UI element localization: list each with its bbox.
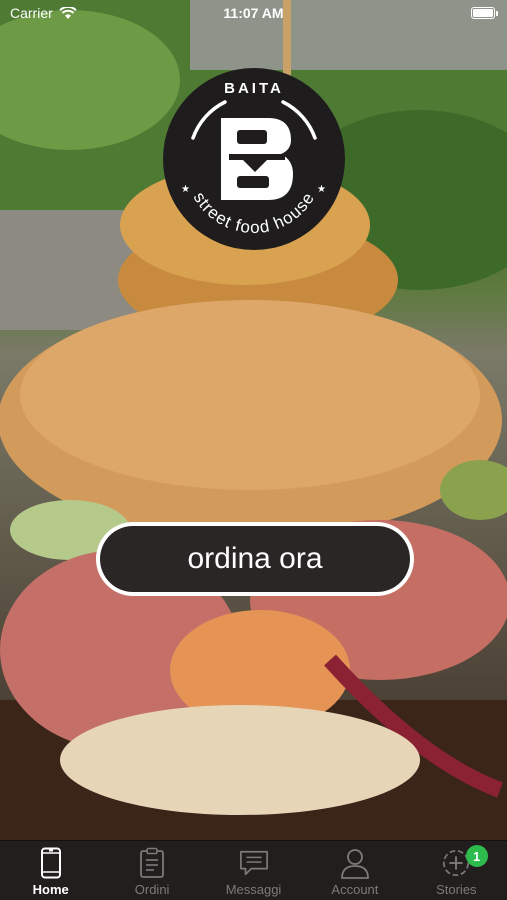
tab-stories-label: Stories <box>436 882 477 897</box>
status-time: 11:07 AM <box>223 5 284 21</box>
tab-messaggi[interactable]: Messaggi <box>203 841 304 900</box>
clipboard-icon <box>137 847 167 879</box>
tab-home-label: Home <box>32 882 69 897</box>
chat-icon <box>239 847 269 879</box>
logo-top-text: BAITA <box>224 80 284 97</box>
order-now-label: ordina ora <box>100 526 410 592</box>
tab-account-label: Account <box>331 882 379 897</box>
tab-account[interactable]: Account <box>304 841 405 900</box>
tab-ordini[interactable]: Ordini <box>101 841 202 900</box>
status-bar: Carrier 11:07 AM <box>0 0 507 26</box>
tab-stories[interactable]: Stories 1 <box>406 841 507 900</box>
tab-ordini-label: Ordini <box>134 882 170 897</box>
tab-messaggi-label: Messaggi <box>225 882 282 897</box>
stories-badge: 1 <box>465 845 488 867</box>
svg-text:★: ★ <box>317 184 326 195</box>
phone-icon <box>36 847 66 879</box>
order-now-button[interactable]: ordina ora <box>96 522 414 596</box>
svg-text:★: ★ <box>181 184 190 195</box>
battery-icon <box>471 7 495 19</box>
user-icon <box>340 847 370 879</box>
tab-home[interactable]: Home <box>0 841 101 900</box>
battery-tip <box>496 11 498 16</box>
brand-logo: ★ ★ street food house BAITA <box>163 68 345 250</box>
tab-bar: Home Ordini Messaggi Account Stories 1 <box>0 840 507 900</box>
